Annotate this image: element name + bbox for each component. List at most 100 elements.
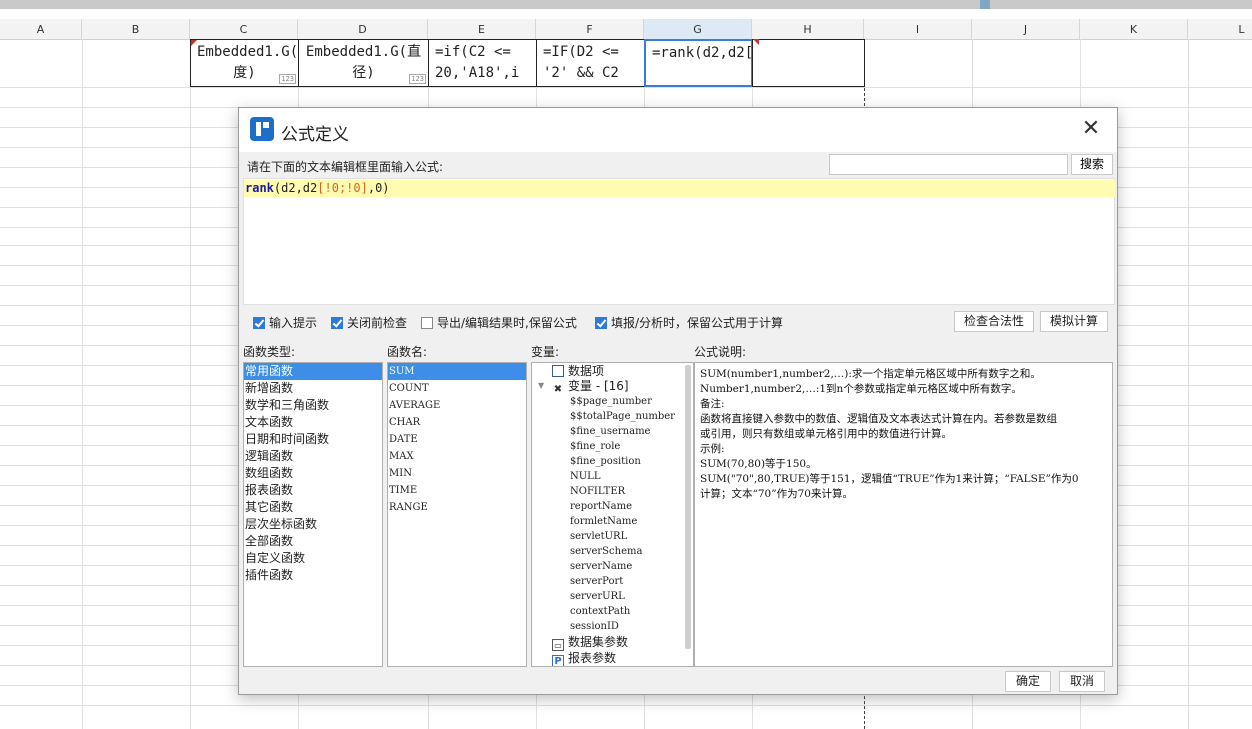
list-item[interactable]: 层次坐标函数 [244,516,382,533]
list-item[interactable]: 新增函数 [244,380,382,397]
ok-button[interactable]: 确定 [1005,671,1051,692]
list-item[interactable]: 全部函数 [244,533,382,550]
input-hint-checkbox[interactable]: 输入提示 [253,314,317,330]
col-header-g[interactable]: G [644,19,752,39]
col-header-b[interactable]: B [82,19,190,39]
cell-h2[interactable] [752,39,865,87]
list-item[interactable]: DATE [388,431,526,448]
list-item[interactable]: 报表函数 [244,482,382,499]
search-input[interactable] [829,154,1068,175]
tree-scrollbar[interactable] [685,365,691,649]
keep-formula-export-checkbox[interactable]: 导出/编辑结果时,保留公式 [421,314,577,330]
formula-description: SUM(number1,number2,…):求一个指定单元格区域中所有数字之和… [694,362,1113,667]
checkbox-checked-icon [331,317,343,329]
list-item[interactable]: 插件函数 [244,567,382,584]
tree-leaf[interactable]: $$totalPage_number [570,409,675,424]
tree-leaf[interactable]: contextPath [570,604,630,619]
col-header-k[interactable]: K [1080,19,1188,39]
tree-leaf[interactable]: NULL [570,469,600,484]
variables-label: 变量: [531,345,560,359]
keep-formula-fill-checkbox[interactable]: 填报/分析时，保留公式用于计算 [595,314,783,330]
tree-leaf[interactable]: NOFILTER [570,484,625,499]
list-item[interactable]: MAX [388,448,526,465]
collapse-icon[interactable]: ▼ [538,381,544,390]
column-header: A B C D E F G H I J K L [0,19,1252,40]
check-before-close-checkbox[interactable]: 关闭前检查 [331,314,407,330]
col-header-d[interactable]: D [298,19,428,39]
formula-dialog: 公式定义 ✕ 请在下面的文本编辑框里面输入公式: 搜索 rank(d2,d2[!… [238,107,1118,695]
formula-function: rank [245,181,274,195]
col-header-a[interactable]: A [0,19,82,39]
tree-leaf[interactable]: serverSchema [570,544,642,559]
tree-leaf[interactable]: serverURL [570,589,625,604]
tree-leaf[interactable]: sessionID [570,619,619,634]
tree-leaf[interactable]: $fine_position [570,454,641,469]
checkbox-unchecked-icon [421,317,433,329]
tree-node-dataset-params[interactable]: ▭ 数据集参数 [552,635,628,651]
cell-d2-text: Embedded1.G(直径) [305,44,422,81]
tree-leaf[interactable]: serverName [570,559,632,574]
tree-node-report-params[interactable]: P 报表参数 [552,651,616,666]
col-header-c[interactable]: C [190,19,298,39]
formula-line[interactable]: rank(d2,d2[!0;!0],0) [244,180,1115,197]
tree-node-data-item[interactable]: 数据项 [552,364,604,379]
list-item[interactable]: 日期和时间函数 [244,431,382,448]
cell-f2[interactable]: =IF(D2 <= '2' && C2 <= [536,39,645,87]
col-header-e[interactable]: E [428,19,536,39]
func-types-list[interactable]: 常用函数 新增函数 数学和三角函数 文本函数 日期和时间函数 逻辑函数 数组函数… [243,362,383,667]
simulate-button[interactable]: 模拟计算 [1040,311,1108,332]
comment-marker-icon [753,39,759,45]
number-format-icon: 123 [279,74,296,84]
variable-icon: ✖ [553,384,563,395]
list-item[interactable]: CHAR [388,414,526,431]
list-item[interactable]: MIN [388,465,526,482]
col-header-j[interactable]: J [972,19,1080,39]
formula-args: (d2,d2 [273,181,318,195]
list-item[interactable]: 其它函数 [244,499,382,516]
tree-leaf[interactable]: formletName [570,514,637,529]
formula-prompt: 请在下面的文本编辑框里面输入公式: [247,160,444,174]
list-item[interactable]: 数学和三角函数 [244,397,382,414]
variables-tree[interactable]: 数据项 ▼ ✖ 变量 - [16] $$page_number $$totalPa… [531,362,694,667]
list-item[interactable]: SUM [388,363,526,380]
formula-marker-icon [191,40,197,46]
cell-e2[interactable]: =if(C2 <= 20,'A18',i [428,39,537,87]
check-validity-button[interactable]: 检查合法性 [954,311,1034,332]
tree-node-variables[interactable]: ✖ 变量 - [16] [552,379,629,395]
list-item[interactable]: 逻辑函数 [244,448,382,465]
formula-editor[interactable]: rank(d2,d2[!0;!0],0) [243,178,1115,305]
search-button[interactable]: 搜索 [1071,154,1113,175]
tree-leaf[interactable]: servletURL [570,529,627,544]
number-format-icon: 123 [409,74,426,84]
tree-leaf[interactable]: $fine_role [570,439,620,454]
func-names-list[interactable]: SUM COUNT AVERAGE CHAR DATE MAX MIN TIME… [387,362,527,667]
cell-g2-text: =rank(d2,d2[!0;!0],0) [652,45,753,61]
list-item[interactable]: 数组函数 [244,465,382,482]
func-names-label: 函数名: [387,345,428,359]
dialog-titlebar[interactable]: 公式定义 ✕ [239,108,1117,152]
list-item[interactable]: 常用函数 [244,363,382,380]
list-item[interactable]: 自定义函数 [244,550,382,567]
col-header-l[interactable]: L [1188,19,1252,39]
scroll-marker [980,0,990,9]
tree-leaf[interactable]: $fine_username [570,424,650,439]
cancel-button[interactable]: 取消 [1059,671,1105,692]
tree-leaf[interactable]: $$page_number [570,394,652,409]
col-header-i[interactable]: I [864,19,972,39]
list-item[interactable]: AVERAGE [388,397,526,414]
list-item[interactable]: RANGE [388,499,526,516]
col-header-f[interactable]: F [536,19,644,39]
list-item[interactable]: TIME [388,482,526,499]
close-button[interactable]: ✕ [1079,118,1103,142]
cell-c2[interactable]: Embedded1.G(厚度) 123 [190,39,299,87]
tree-leaf[interactable]: serverPort [570,574,623,589]
cell-g2[interactable]: =rank(d2,d2[!0;!0],0) [644,39,753,87]
list-item[interactable]: 文本函数 [244,414,382,431]
tree-leaf[interactable]: reportName [570,499,632,514]
col-header-h[interactable]: H [752,19,864,39]
formula-range: [!0;!0] [317,181,368,195]
app-logo-icon [250,117,274,141]
cell-d2[interactable]: Embedded1.G(直径) 123 [298,39,429,87]
checkbox-checked-icon [595,317,607,329]
list-item[interactable]: COUNT [388,380,526,397]
